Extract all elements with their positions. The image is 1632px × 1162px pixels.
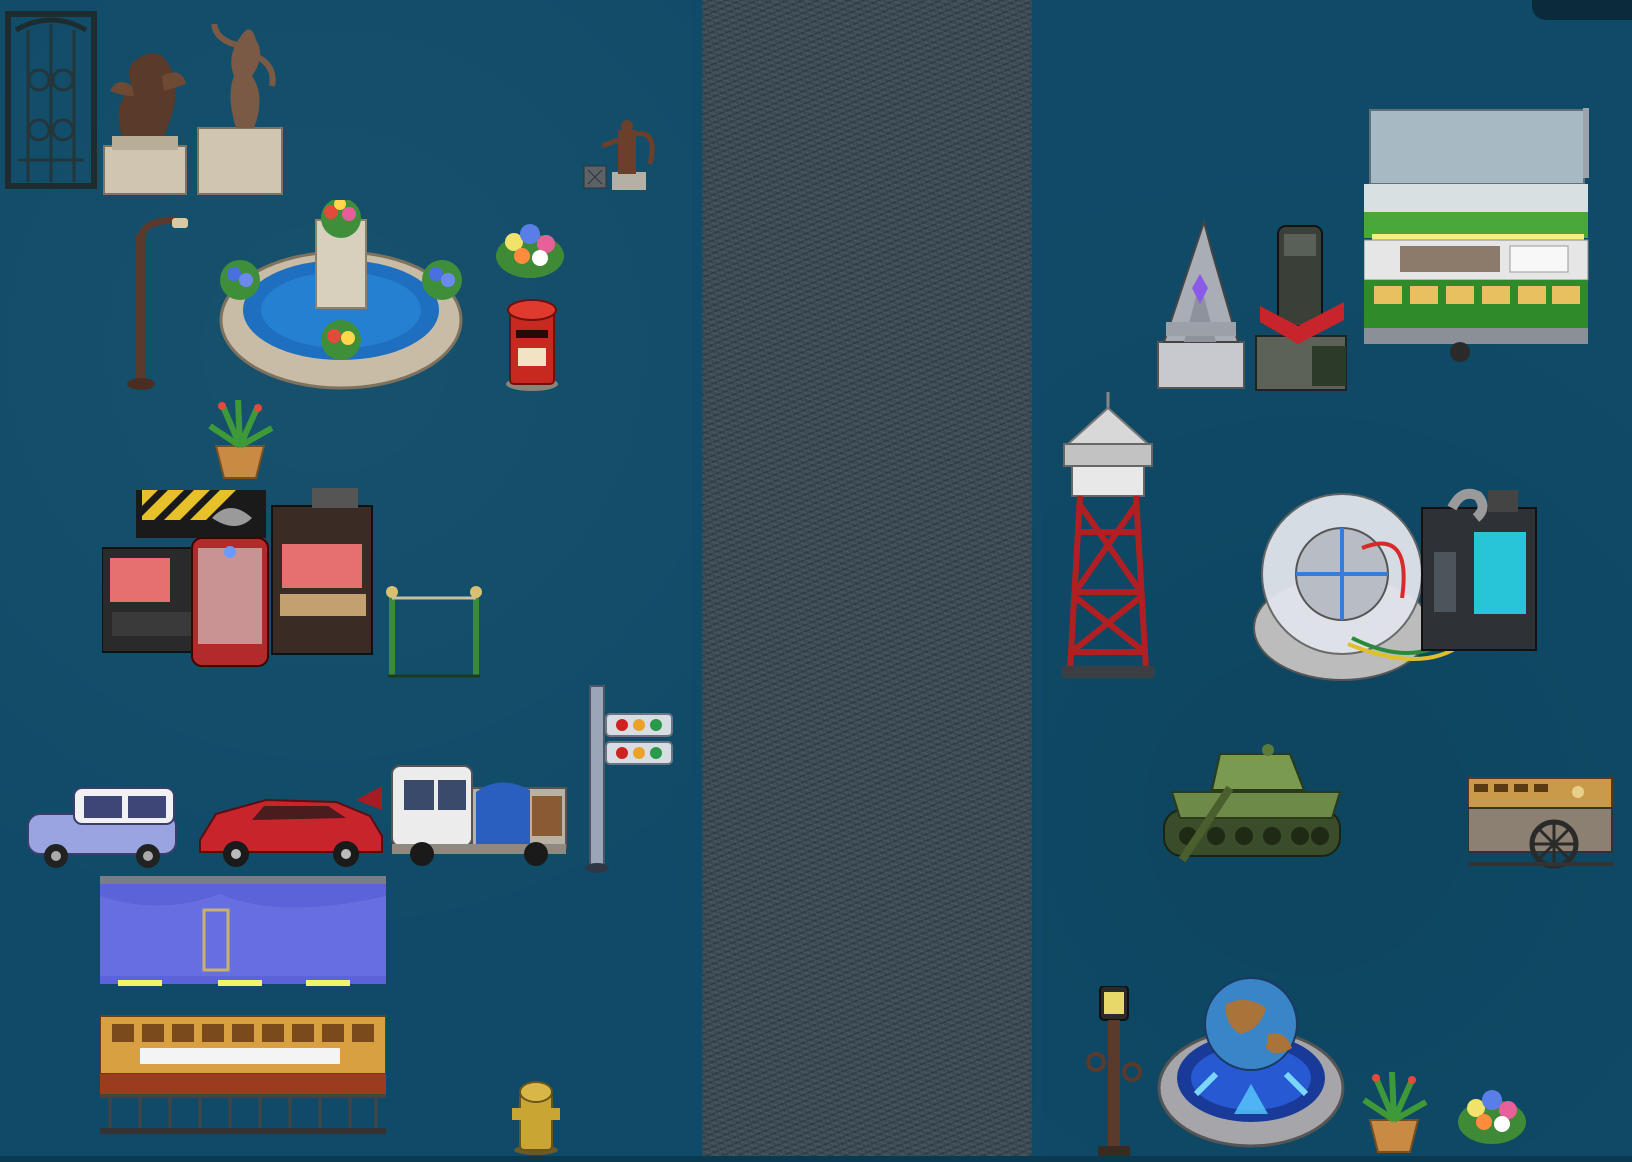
- flower-fountain-sprite: [218, 200, 464, 396]
- cart-icon: [1364, 108, 1589, 362]
- potted-plant-sprite: [202, 396, 278, 482]
- flower-icon: [496, 224, 564, 278]
- flower-icon: [1458, 1090, 1526, 1144]
- tower-icon: [1062, 392, 1154, 678]
- stall-icon: [100, 876, 386, 1134]
- victorian-lamp-sprite: [1086, 986, 1142, 1162]
- plant-icon: [1362, 1071, 1428, 1153]
- crystal-monument-sprite: [1154, 212, 1248, 392]
- truck-icon: [391, 765, 567, 866]
- lamp-icon: [127, 216, 188, 390]
- tank-icon: [1163, 744, 1342, 863]
- bottom-edge: [0, 1156, 1632, 1162]
- statue-icon: [103, 53, 187, 195]
- lamp-icon: [1086, 986, 1142, 1160]
- statue-icon: [197, 23, 283, 195]
- rope-barrier-sprite: [384, 584, 484, 680]
- machine-icon: [102, 488, 373, 667]
- car-icon: [27, 787, 177, 868]
- water-pump-sprite: [580, 100, 660, 196]
- potted-plant-2-sprite: [1356, 1066, 1432, 1156]
- dancer-statue-sprite: [196, 16, 286, 198]
- wooden-wagon-sprite: [1468, 776, 1614, 872]
- street-lamp-sprite: [126, 214, 196, 394]
- hydrant-icon: [512, 1081, 560, 1155]
- gate-icon: [5, 11, 97, 189]
- car-icon: [199, 786, 383, 867]
- globe-icon: [1157, 977, 1345, 1148]
- flower-bunch-2-sprite: [1456, 1082, 1528, 1146]
- traffic-light-sprite: [584, 684, 680, 874]
- reactor-icon: [1253, 488, 1537, 681]
- corner-tab: [1532, 0, 1632, 20]
- tileset-canvas: [0, 0, 1632, 1162]
- army-tank-sprite: [1160, 740, 1350, 870]
- pump-icon: [583, 120, 655, 190]
- machine-console-sprite: [102, 488, 388, 676]
- barrier-icon: [386, 586, 482, 678]
- lavender-car-sprite: [24, 784, 180, 870]
- red-sports-car-sprite: [196, 780, 386, 870]
- iron-gate-sprite: [4, 10, 98, 190]
- market-stall-sprite: [100, 876, 386, 1136]
- red-mailbox-sprite: [502, 296, 562, 392]
- fountain-icon: [219, 200, 463, 390]
- bird-statue-sprite: [102, 36, 188, 196]
- flower-bunch-sprite: [494, 216, 566, 280]
- mailbox-icon: [506, 299, 558, 391]
- wagon-icon: [1468, 777, 1614, 869]
- water-tower-sprite: [1058, 392, 1158, 682]
- pickup-truck-sprite: [390, 760, 570, 872]
- fire-hydrant-sprite: [510, 1074, 562, 1156]
- traffic-light-icon: [585, 685, 673, 873]
- globe-fountain-sprite: [1156, 974, 1346, 1150]
- robot-statue-sprite: [1254, 216, 1350, 392]
- robot-icon: [1255, 225, 1347, 391]
- plant-icon: [208, 399, 274, 479]
- asphalt-road: [692, 0, 1042, 1162]
- food-cart-sprite: [1364, 106, 1600, 370]
- monument-icon: [1157, 218, 1245, 389]
- dome-reactor-sprite: [1252, 488, 1542, 684]
